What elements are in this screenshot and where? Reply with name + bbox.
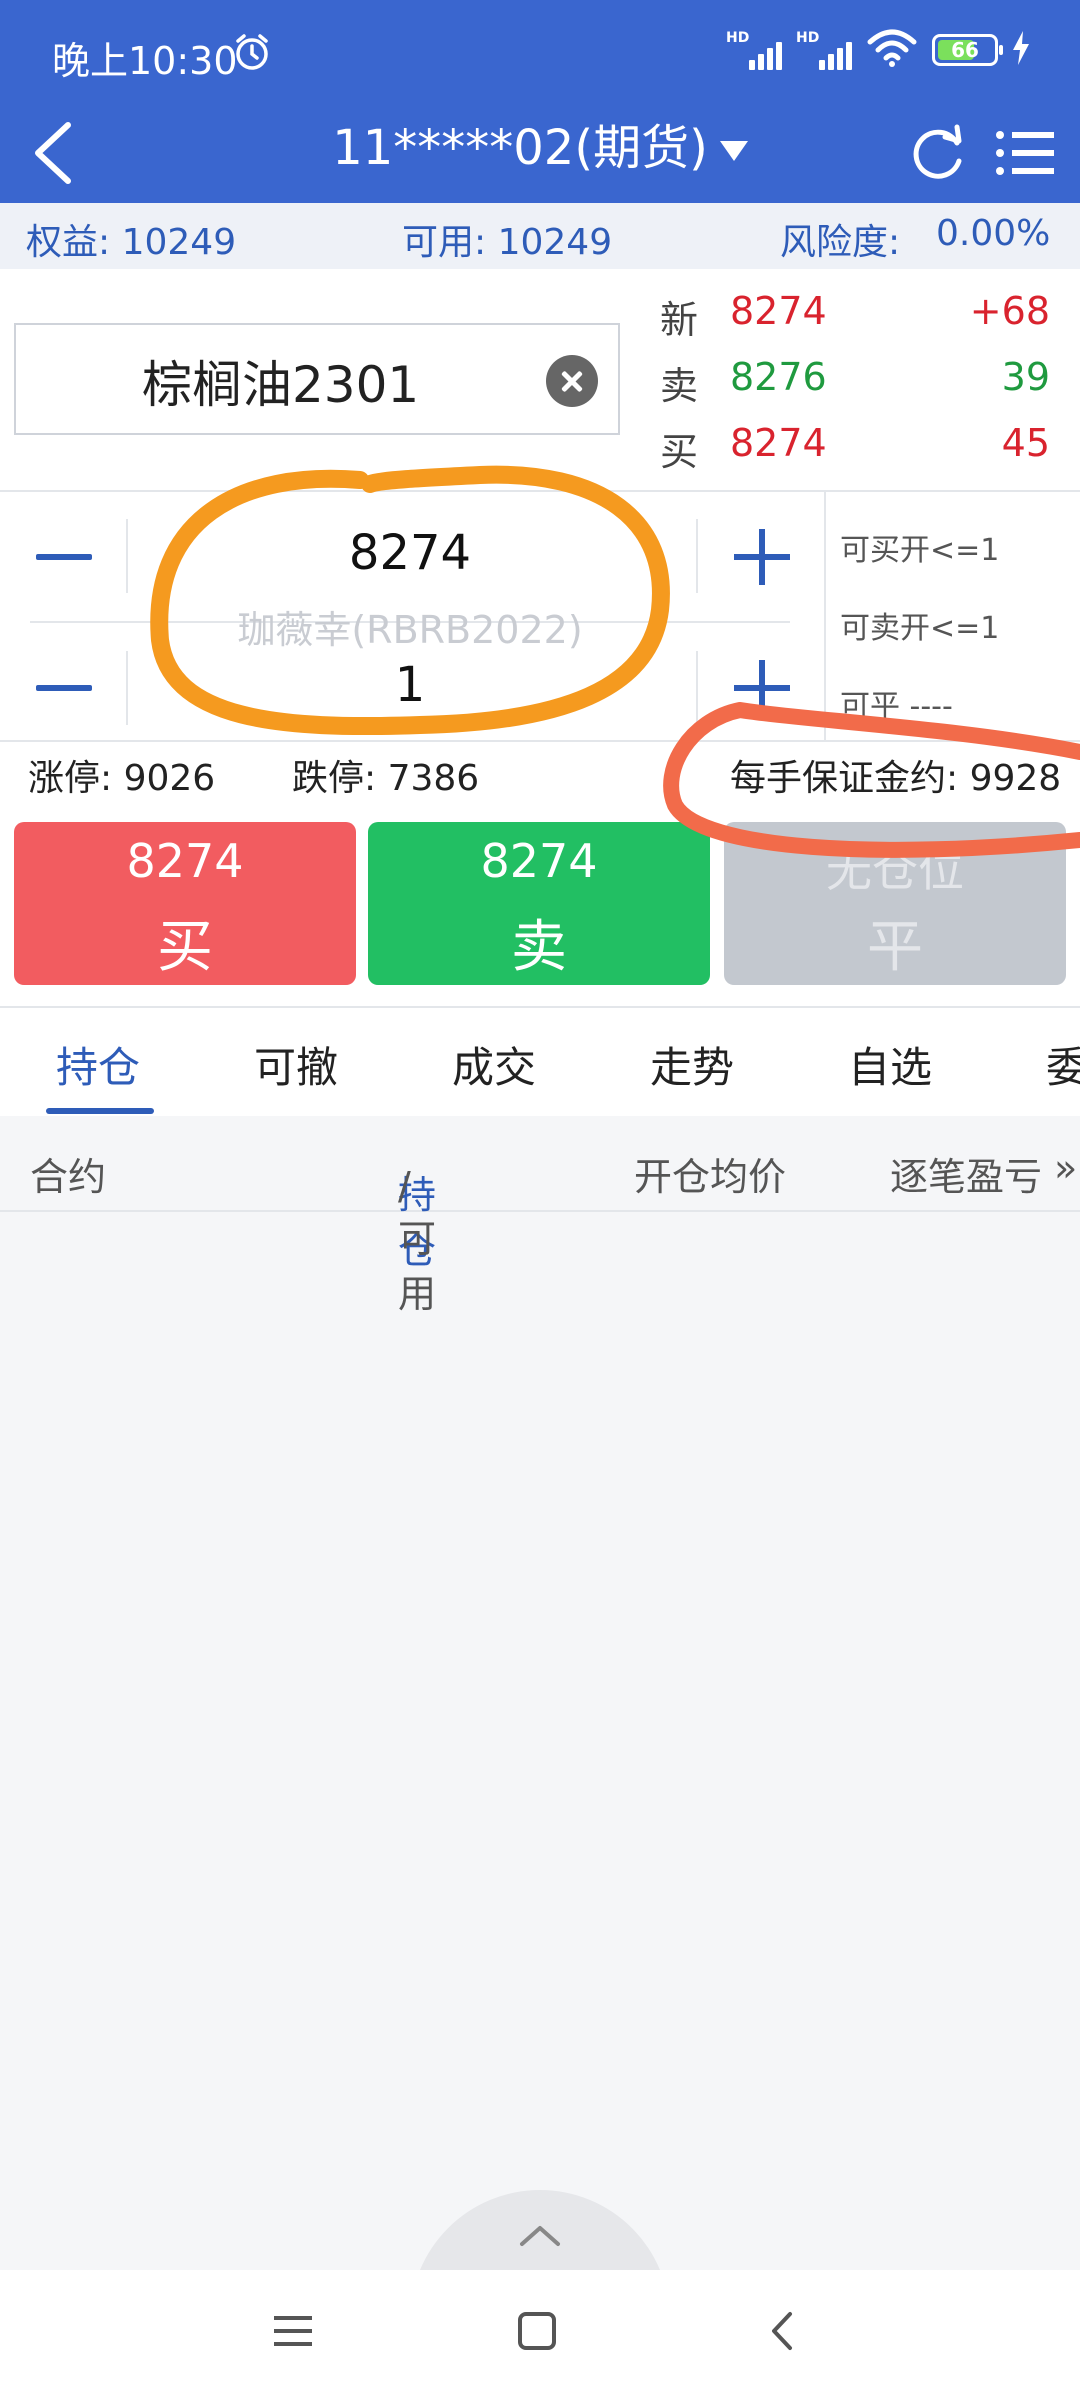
nav-bar: 11*****02(期货) — [0, 105, 1080, 203]
buy-price: 8274 — [126, 834, 244, 888]
quote-last-price: 8274 — [730, 289, 827, 333]
quote-ask-qty: 39 — [1001, 355, 1050, 399]
quote-bid-qty: 45 — [1001, 421, 1050, 465]
caret-down-icon — [719, 141, 748, 161]
menu-icon — [274, 2316, 312, 2346]
battery-level: 66 — [951, 38, 979, 62]
limit-up: 涨停: 9026 — [28, 758, 216, 799]
positions-table-header: 合约 持仓/可用 开仓均价 逐笔盈亏 » — [0, 1128, 1080, 1316]
available-value: 可用: 10249 — [402, 222, 613, 263]
close-label: 平 — [867, 915, 923, 980]
tab-trades[interactable]: 成交 — [452, 1034, 536, 1095]
can-sell-open: 可卖开<=1 — [840, 611, 1000, 646]
divider — [824, 490, 826, 740]
account-summary: 权益: 10249 可用: 10249 风险度: 0.00% — [0, 203, 1080, 269]
price-decrease-button[interactable] — [36, 554, 92, 560]
watermark-text: 珈薇幸(RBRB2022) — [237, 608, 583, 652]
tab-trend[interactable]: 走势 — [650, 1034, 734, 1095]
tab-orders[interactable]: 委 — [1046, 1034, 1080, 1095]
clear-icon[interactable] — [546, 355, 598, 407]
signal-hd-label: HD — [726, 30, 750, 46]
sell-price: 8274 — [480, 834, 598, 888]
quote-bid[interactable]: 买 8274 45 — [660, 421, 1060, 481]
alarm-icon — [232, 32, 272, 76]
sell-button[interactable]: 8274 卖 — [368, 822, 710, 985]
quote-bid-price: 8274 — [730, 421, 827, 465]
more-columns-icon[interactable]: » — [1054, 1146, 1077, 1190]
can-buy-open: 可买开<=1 — [840, 533, 1000, 568]
price-increase-button[interactable] — [734, 529, 790, 585]
quote-ask[interactable]: 卖 8276 39 — [660, 355, 1060, 415]
tab-watchlist[interactable]: 自选 — [848, 1034, 932, 1095]
status-time: 晚上10:30 — [52, 39, 238, 83]
signal-icon: HD — [796, 28, 852, 72]
col-contract: 合约 — [30, 1155, 107, 1199]
contract-name: 棕榈油2301 — [142, 356, 420, 414]
contract-input[interactable]: 棕榈油2301 — [14, 323, 620, 435]
order-panel: 棕榈油2301 新 8274 +68 卖 8276 39 买 8274 45 8… — [0, 269, 1080, 1006]
list-menu-icon — [996, 131, 1054, 175]
signal-hd-label: HD — [796, 30, 820, 46]
col-available-label: /可用 — [398, 1164, 437, 1316]
signal-icon: HD — [726, 28, 782, 72]
close-status: 无仓位 — [826, 843, 964, 897]
col-pnl[interactable]: 逐笔盈亏 — [890, 1146, 1042, 1201]
active-tab-indicator — [46, 1108, 154, 1114]
divider — [0, 490, 1080, 492]
risk-value: 0.00% — [936, 213, 1051, 254]
can-close: 可平 ---- — [840, 689, 953, 724]
price-input[interactable]: 8274 — [130, 525, 690, 581]
quantity-input[interactable]: 1 — [130, 657, 690, 713]
divider — [126, 519, 128, 593]
buy-label: 买 — [157, 915, 213, 980]
buy-button[interactable]: 8274 买 — [14, 822, 356, 985]
recent-apps-button[interactable] — [272, 2310, 314, 2356]
divider — [696, 651, 698, 725]
quote-ask-label: 卖 — [660, 364, 699, 408]
quote-bid-label: 买 — [660, 430, 699, 474]
status-icons: HD HD 66 — [726, 28, 1030, 72]
home-button[interactable] — [516, 2310, 558, 2356]
sell-label: 卖 — [511, 915, 567, 980]
quote-last-change: +68 — [969, 289, 1050, 333]
equity-value: 权益: 10249 — [26, 222, 237, 263]
status-bar: 晚上10:30 HD HD 66 — [0, 0, 1080, 105]
refresh-icon — [913, 124, 962, 179]
system-back-button[interactable] — [762, 2310, 804, 2356]
menu-button[interactable] — [990, 115, 1060, 189]
limit-down: 跌停: 7386 — [292, 758, 480, 799]
tab-bar: 持仓 可撤 成交 走势 自选 委 — [0, 1006, 1080, 1116]
divider — [126, 651, 128, 725]
quantity-increase-button[interactable] — [734, 660, 790, 716]
col-avg-price: 开仓均价 — [634, 1155, 787, 1199]
divider — [0, 740, 1080, 742]
quote-last-label: 新 — [660, 298, 699, 342]
quote-ask-price: 8276 — [730, 355, 827, 399]
tab-cancelable[interactable]: 可撤 — [254, 1034, 338, 1095]
back-triangle-icon — [772, 2312, 792, 2350]
tab-positions[interactable]: 持仓 — [56, 1034, 140, 1095]
page-title: 11*****02(期货) — [332, 120, 708, 176]
battery-icon: 66 — [932, 34, 1003, 66]
chevron-up-icon — [520, 2226, 560, 2246]
risk-label: 风险度: — [780, 222, 901, 263]
quote-last: 新 8274 +68 — [660, 289, 1060, 349]
system-nav-bar — [0, 2270, 1080, 2400]
top-bar: 晚上10:30 HD HD 66 11*****02(期货) — [0, 0, 1080, 203]
square-icon — [518, 2312, 556, 2350]
margin-per-lot: 每手保证金约: 9928 — [730, 758, 1062, 799]
wifi-icon — [866, 28, 918, 72]
divider — [696, 519, 698, 593]
quantity-decrease-button[interactable] — [36, 685, 92, 691]
close-position-button[interactable]: 无仓位 平 — [724, 822, 1066, 985]
charging-icon — [1012, 31, 1030, 69]
refresh-button[interactable] — [905, 115, 971, 189]
